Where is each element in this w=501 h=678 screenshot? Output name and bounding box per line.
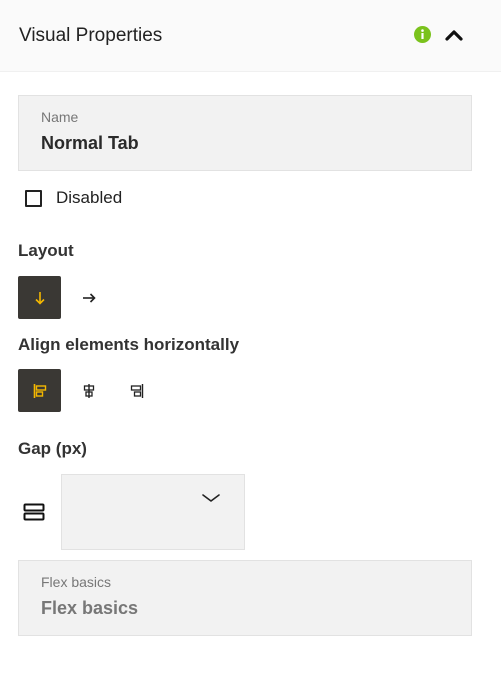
panel-title: Visual Properties	[19, 25, 163, 46]
name-field-value[interactable]: Normal Tab	[41, 133, 139, 154]
align-title: Align elements horizontally	[18, 335, 240, 354]
disabled-checkbox-row[interactable]: Disabled	[25, 187, 122, 209]
gap-select[interactable]	[61, 474, 245, 550]
chevron-up-icon[interactable]	[443, 26, 465, 44]
name-field[interactable]: Name Normal Tab	[18, 95, 472, 171]
arrow-down-icon	[34, 291, 45, 305]
panel-header: Visual Properties	[0, 0, 501, 72]
flex-basics-field[interactable]: Flex basics Flex basics	[18, 560, 472, 636]
flex-basics-input[interactable]: Flex basics	[41, 598, 138, 619]
align-center-icon	[83, 383, 94, 398]
row-gap-icon	[23, 503, 45, 521]
flex-basics-label: Flex basics	[41, 574, 112, 590]
layout-vertical-button[interactable]	[18, 276, 61, 319]
name-field-label: Name	[41, 109, 79, 125]
arrow-right-icon	[82, 292, 96, 303]
align-right-button[interactable]	[115, 369, 158, 412]
gap-title: Gap (px)	[18, 439, 87, 458]
align-right-icon	[130, 383, 143, 398]
layout-title: Layout	[18, 241, 74, 260]
disabled-checkbox[interactable]	[25, 189, 42, 207]
align-left-button[interactable]	[18, 369, 61, 412]
align-left-icon	[33, 383, 46, 398]
info-icon[interactable]	[414, 26, 431, 43]
align-center-button[interactable]	[67, 369, 110, 412]
disabled-label: Disabled	[56, 188, 123, 207]
layout-horizontal-button[interactable]	[67, 276, 110, 319]
chevron-down-icon	[202, 494, 220, 502]
